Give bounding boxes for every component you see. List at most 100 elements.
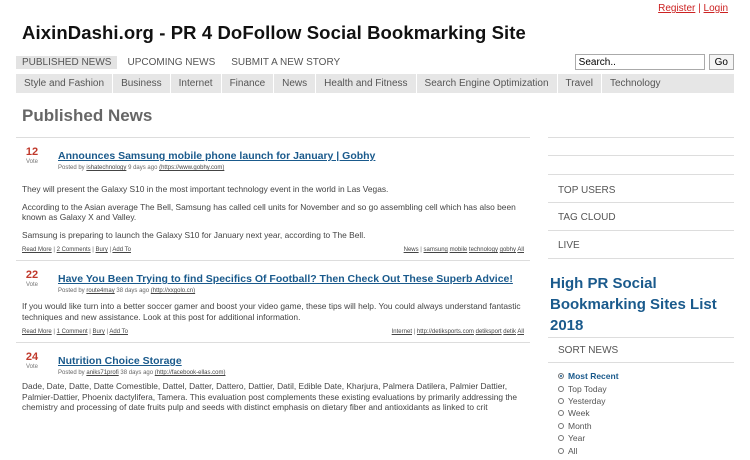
register-link[interactable]: Register [658, 3, 695, 14]
tag-link[interactable]: detik [503, 329, 516, 335]
sort-option-top-today[interactable]: Top Today [558, 384, 607, 394]
meta-time: 9 days ago [128, 165, 158, 171]
story-body: If you would like turn into a better soc… [16, 301, 530, 322]
auth-separator: | [698, 3, 701, 14]
sidebar-divider [548, 230, 734, 231]
vote-label: Vote [25, 364, 38, 370]
category-travel[interactable]: Travel [558, 74, 602, 93]
category-finance[interactable]: Finance [222, 74, 275, 93]
sort-option-label: Week [568, 408, 590, 418]
radio-icon [558, 373, 564, 379]
sidebar-top-users[interactable]: TOP USERS [558, 185, 615, 196]
bury-link[interactable]: Bury [96, 247, 108, 253]
category-technology[interactable]: Technology [602, 74, 669, 93]
story-meta: Posted by route4may 38 days ago (http://… [58, 288, 530, 294]
story-header: 22 Vote Have You Been Trying to find Spe… [16, 261, 530, 294]
nav-upcoming-news[interactable]: UPCOMING NEWS [121, 56, 221, 69]
sidebar-divider [548, 155, 734, 156]
sidebar-divider [548, 137, 734, 138]
tag-link[interactable]: http://detiksports.com [417, 329, 474, 335]
search-form: Go [574, 54, 734, 70]
sidebar-divider [548, 258, 734, 259]
author-link[interactable]: ishatechnology [86, 165, 126, 171]
sort-option-label: Yesterday [568, 396, 606, 406]
vote-box[interactable]: 12 Vote [22, 146, 42, 166]
story-footer: Read More | 2 Comments | Bury | Add To N… [16, 247, 530, 260]
sort-option-yesterday[interactable]: Yesterday [558, 396, 606, 406]
vote-label: Vote [25, 159, 38, 165]
story-paragraph: If you would like turn into a better soc… [22, 301, 521, 322]
story-paragraph: Samsung is preparing to launch the Galax… [22, 229, 366, 240]
sort-option-year[interactable]: Year [558, 433, 585, 443]
page-title: Published News [22, 106, 153, 125]
search-input[interactable] [574, 54, 705, 70]
comments-link[interactable]: 2 Comments [57, 247, 91, 253]
add-to-link[interactable]: Add To [109, 329, 128, 335]
author-link[interactable]: aniks71profi [86, 370, 118, 376]
sidebar-tag-cloud[interactable]: TAG CLOUD [558, 212, 616, 223]
tag-link[interactable]: All [517, 329, 524, 335]
comments-link[interactable]: 1 Comment [57, 329, 88, 335]
category-seo[interactable]: Search Engine Optimization [417, 74, 558, 93]
site-title: AixinDashi.org - PR 4 DoFollow Social Bo… [22, 22, 526, 43]
tag-link[interactable]: gobhy [500, 247, 516, 253]
story-list: 12 Vote Announces Samsung mobile phone l… [16, 137, 530, 420]
sort-option-most-recent[interactable]: Most Recent [558, 371, 619, 381]
story-title-link[interactable]: Announces Samsung mobile phone launch fo… [58, 150, 375, 162]
vote-count: 22 [25, 269, 39, 281]
sort-option-all[interactable]: All [558, 446, 577, 456]
category-internet[interactable]: Internet [171, 74, 222, 93]
read-more-link[interactable]: Read More [22, 247, 52, 253]
story-title-link[interactable]: Nutrition Choice Storage [58, 355, 182, 367]
meta-prefix: Posted by [58, 370, 85, 376]
vote-box[interactable]: 24 Vote [22, 351, 42, 371]
category-business[interactable]: Business [113, 74, 171, 93]
meta-prefix: Posted by [58, 165, 85, 171]
author-link[interactable]: route4may [86, 288, 114, 294]
category-tag-link[interactable]: News [404, 247, 419, 253]
story-title-block: Announces Samsung mobile phone launch fo… [58, 146, 530, 171]
nav-submit-story[interactable]: SUBMIT A NEW STORY [225, 56, 346, 69]
sort-option-week[interactable]: Week [558, 408, 590, 418]
nav-published-news[interactable]: PUBLISHED NEWS [16, 55, 118, 69]
story-tags: Internet | http://detiksports.com detiks… [391, 329, 524, 335]
radio-icon [558, 386, 564, 392]
category-style-and-fashion[interactable]: Style and Fashion [16, 74, 114, 93]
category-health-and-fitness[interactable]: Health and Fitness [316, 74, 417, 93]
source-link[interactable]: (http://facebook-ellas.com) [155, 370, 226, 376]
source-link[interactable]: (http://xxgolo.cn) [151, 288, 195, 294]
read-more-link[interactable]: Read More [22, 329, 52, 335]
story-item: 24 Vote Nutrition Choice Storage Posted … [16, 342, 530, 413]
category-news[interactable]: News [274, 74, 317, 93]
tag-link[interactable]: samsung [424, 247, 448, 253]
vote-box[interactable]: 22 Vote [22, 269, 42, 289]
source-link[interactable]: (https://www.gobhy.com) [159, 165, 224, 171]
bury-link[interactable]: Bury [93, 329, 105, 335]
story-title-link[interactable]: Have You Been Trying to find Specifics O… [58, 273, 513, 285]
tag-link[interactable]: mobile [450, 247, 468, 253]
search-go-button[interactable]: Go [708, 54, 734, 70]
sort-news-heading: SORT NEWS [558, 345, 619, 356]
add-to-link[interactable]: Add To [112, 247, 131, 253]
auth-links: Register | Login [658, 3, 728, 14]
story-paragraph: According to the Asian average The Bell,… [22, 201, 516, 223]
story-meta: Posted by ishatechnology 9 days ago (htt… [58, 165, 530, 171]
sort-option-label: Month [568, 421, 592, 431]
tag-link[interactable]: All [517, 247, 524, 253]
login-link[interactable]: Login [704, 3, 728, 14]
radio-icon [558, 448, 564, 454]
story-item: 12 Vote Announces Samsung mobile phone l… [16, 137, 530, 260]
sort-option-month[interactable]: Month [558, 421, 592, 431]
sort-option-label: Year [568, 433, 586, 443]
tag-link[interactable]: detiksport [476, 329, 502, 335]
story-paragraph: They will present the Galaxy S10 in the … [22, 184, 389, 194]
story-actions: Read More | 2 Comments | Bury | Add To [22, 247, 131, 253]
radio-icon [558, 435, 564, 441]
radio-icon [558, 410, 564, 416]
story-body: They will present the Galaxy S10 in the … [16, 184, 530, 240]
promo-heading[interactable]: High PR Social Bookmarking Sites List 20… [550, 273, 728, 336]
sidebar-live[interactable]: LIVE [558, 240, 580, 251]
story-paragraph: Dade, Date, Datte, Datte Comestible, Dat… [22, 381, 517, 412]
category-tag-link[interactable]: Internet [392, 329, 412, 335]
tag-link[interactable]: technology [469, 247, 498, 253]
